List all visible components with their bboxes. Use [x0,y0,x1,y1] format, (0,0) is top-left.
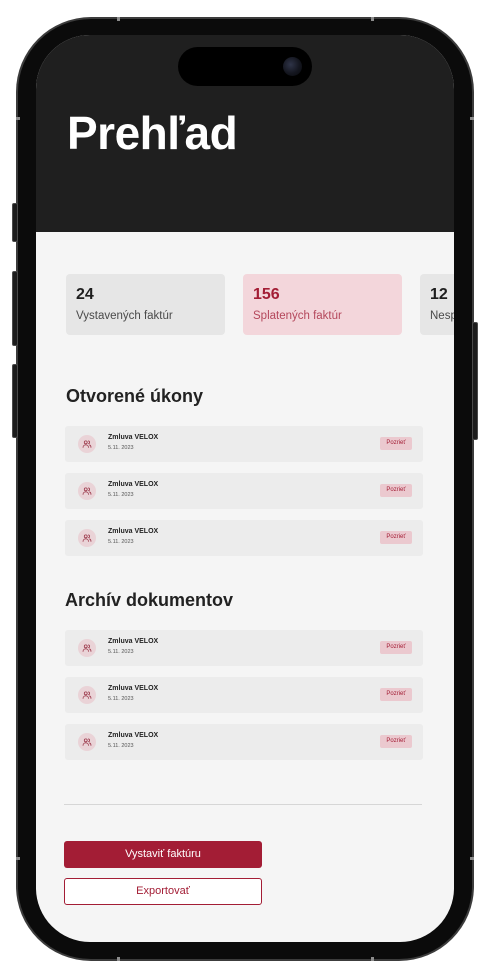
document-name: Zmluva VELOX [108,638,159,645]
document-name: Zmluva VELOX [108,732,159,739]
view-button[interactable]: Pozrieť [380,688,412,701]
stat-label: Nesp [430,310,454,322]
list-item[interactable]: Zmluva VELOX 5.11. 2023 Pozrieť [65,724,423,760]
create-invoice-button[interactable]: Vystaviť faktúru [64,841,262,868]
avatar [78,639,96,657]
document-date: 5.11. 2023 [108,743,134,749]
view-button[interactable]: Pozrieť [380,531,412,544]
list-item[interactable]: Zmluva VELOX 5.11. 2023 Pozrieť [65,630,423,666]
users-icon [82,487,92,495]
app-screen: Prehľad 24 Vystavených faktúr 156 Splate… [36,35,454,942]
document-name: Zmluva VELOX [108,481,159,488]
antenna-band [470,857,474,860]
app-header: Prehľad [36,35,454,232]
document-name: Zmluva VELOX [108,685,159,692]
document-name: Zmluva VELOX [108,528,159,535]
power-button [472,322,478,440]
users-icon [82,691,92,699]
users-icon [82,738,92,746]
volume-down-button [12,364,18,438]
stat-value: 24 [76,286,94,303]
document-date: 5.11. 2023 [108,445,134,451]
users-icon [82,644,92,652]
antenna-band [117,957,120,961]
view-button[interactable]: Pozrieť [380,641,412,654]
page-title: Prehľad [67,107,238,159]
users-icon [82,534,92,542]
export-button[interactable]: Exportovať [64,878,262,905]
stat-label: Vystavených faktúr [76,310,173,322]
stat-card-paid-invoices[interactable]: 156 Splatených faktúr [243,274,402,335]
stat-value: 156 [253,286,280,303]
section-title-archive: Archív dokumentov [65,590,234,610]
antenna-band [16,117,20,120]
list-item[interactable]: Zmluva VELOX 5.11. 2023 Pozrieť [65,520,423,556]
antenna-band [16,857,20,860]
antenna-band [470,117,474,120]
section-title-open-tasks: Otvorené úkony [66,386,204,406]
stat-value: 12 [430,286,448,303]
stat-label: Splatených faktúr [253,310,342,322]
stat-card-unpaid-invoices[interactable]: 12 Nesp [420,274,454,335]
dynamic-island [178,47,312,86]
view-button[interactable]: Pozrieť [380,735,412,748]
list-item[interactable]: Zmluva VELOX 5.11. 2023 Pozrieť [65,677,423,713]
view-button[interactable]: Pozrieť [380,484,412,497]
view-button[interactable]: Pozrieť [380,437,412,450]
avatar [78,482,96,500]
avatar [78,435,96,453]
users-icon [82,440,92,448]
document-date: 5.11. 2023 [108,539,134,545]
divider [64,804,422,805]
avatar [78,686,96,704]
document-name: Zmluva VELOX [108,434,159,441]
avatar [78,733,96,751]
volume-up-button [12,271,18,346]
document-date: 5.11. 2023 [108,649,134,655]
antenna-band [117,17,120,21]
document-date: 5.11. 2023 [108,696,134,702]
antenna-band [371,17,374,21]
front-camera-icon [283,57,302,76]
list-item[interactable]: Zmluva VELOX 5.11. 2023 Pozrieť [65,473,423,509]
action-button [12,203,18,242]
avatar [78,529,96,547]
stat-card-issued-invoices[interactable]: 24 Vystavených faktúr [66,274,225,335]
antenna-band [371,957,374,961]
document-date: 5.11. 2023 [108,492,134,498]
list-item[interactable]: Zmluva VELOX 5.11. 2023 Pozrieť [65,426,423,462]
